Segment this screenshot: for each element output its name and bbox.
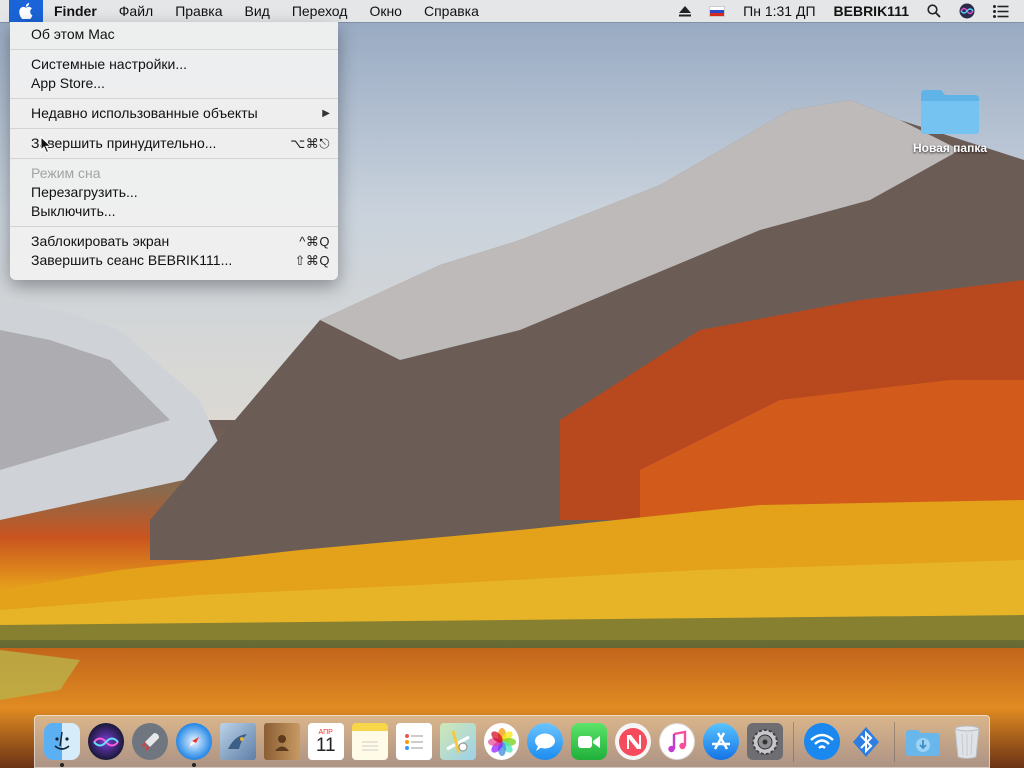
siri-icon[interactable] [950, 3, 984, 19]
force-quit-shortcut: ⌥⌘⎋ [290, 136, 330, 151]
menu-item-sleep: Режим сна [31, 165, 101, 181]
clock[interactable]: Пн 1:31 ДП [734, 0, 824, 22]
log-out-shortcut: ⇧⌘Q [294, 253, 330, 268]
submenu-arrow-icon: ▶ [322, 108, 330, 119]
menu-item-force-quit[interactable]: Завершить принудительно... ⌥⌘⎋ [10, 134, 338, 153]
dock: АПР 11 [34, 715, 990, 768]
menu-separator [10, 128, 338, 129]
dock-divider [793, 721, 795, 762]
menu-file[interactable]: Файл [108, 0, 164, 22]
lock-screen-shortcut: ^⌘Q [299, 234, 330, 249]
maps-icon[interactable] [439, 723, 476, 760]
finder-icon[interactable] [44, 723, 80, 767]
notification-center-icon[interactable] [984, 4, 1018, 18]
user-name[interactable]: BEBRIK111 [825, 0, 918, 22]
running-indicator [191, 763, 196, 767]
dock-divider [894, 721, 896, 762]
folder-icon [921, 90, 979, 134]
mouse-cursor-icon [40, 136, 52, 154]
running-indicator [59, 763, 64, 767]
desktop-folder[interactable]: Новая папка [905, 86, 995, 155]
menu-go[interactable]: Переход [281, 0, 359, 22]
notes-icon[interactable] [351, 723, 388, 760]
menu-item-about-mac[interactable]: Об этом Mac [10, 25, 338, 44]
system-preferences-icon[interactable] [747, 723, 784, 760]
bluetooth-icon[interactable] [848, 723, 884, 760]
app-store-icon[interactable] [703, 723, 740, 760]
menu-item-recent-items[interactable]: Недавно использованные объекты ▶ [10, 104, 338, 123]
menu-item-restart[interactable]: Перезагрузить... [10, 183, 338, 202]
siri-icon[interactable] [87, 723, 124, 760]
menu-window[interactable]: Окно [358, 0, 413, 22]
desktop-folder-label: Новая папка [912, 141, 988, 155]
menu-bar: Finder Файл Правка Вид Переход Окно Спра… [0, 0, 1024, 22]
menu-item-lock-screen[interactable]: Заблокировать экран ^⌘Q [10, 232, 338, 251]
trash-icon[interactable] [949, 723, 985, 760]
menu-edit[interactable]: Правка [164, 0, 233, 22]
menu-help[interactable]: Справка [413, 0, 490, 22]
itunes-icon[interactable] [659, 723, 696, 760]
spotlight-search-icon[interactable] [918, 4, 950, 18]
contacts-icon[interactable] [263, 723, 300, 760]
apple-menu-dropdown: Об этом Mac Системные настройки... App S… [10, 22, 338, 280]
menu-item-shutdown[interactable]: Выключить... [10, 202, 338, 221]
menu-separator [10, 98, 338, 99]
menu-separator [10, 158, 338, 159]
eject-icon[interactable] [670, 5, 700, 17]
calendar-day: 11 [315, 735, 336, 756]
menu-extras: Пн 1:31 ДП BEBRIK111 [670, 0, 1024, 22]
launchpad-icon[interactable] [131, 723, 168, 760]
mail-icon[interactable] [219, 723, 256, 760]
wifi-icon[interactable] [804, 723, 841, 760]
calendar-icon[interactable]: АПР 11 [307, 723, 344, 760]
downloads-folder-icon[interactable] [905, 723, 941, 760]
menu-separator [10, 49, 338, 50]
reminders-icon[interactable] [395, 723, 432, 760]
apple-logo-icon [19, 3, 33, 19]
menu-item-system-preferences[interactable]: Системные настройки... [10, 55, 338, 74]
safari-icon[interactable] [175, 723, 212, 767]
menu-app-name[interactable]: Finder [43, 0, 108, 22]
facetime-icon[interactable] [571, 723, 608, 760]
menu-item-app-store[interactable]: App Store... [10, 74, 338, 93]
input-source-flag-icon[interactable] [700, 5, 734, 17]
menu-item-log-out[interactable]: Завершить сеанс BEBRIK111... ⇧⌘Q [10, 251, 338, 270]
menu-separator [10, 226, 338, 227]
news-icon[interactable] [615, 723, 652, 760]
menu-view[interactable]: Вид [234, 0, 281, 22]
apple-menu-button[interactable] [9, 0, 43, 22]
messages-icon[interactable] [527, 723, 564, 760]
photos-icon[interactable] [483, 723, 520, 760]
